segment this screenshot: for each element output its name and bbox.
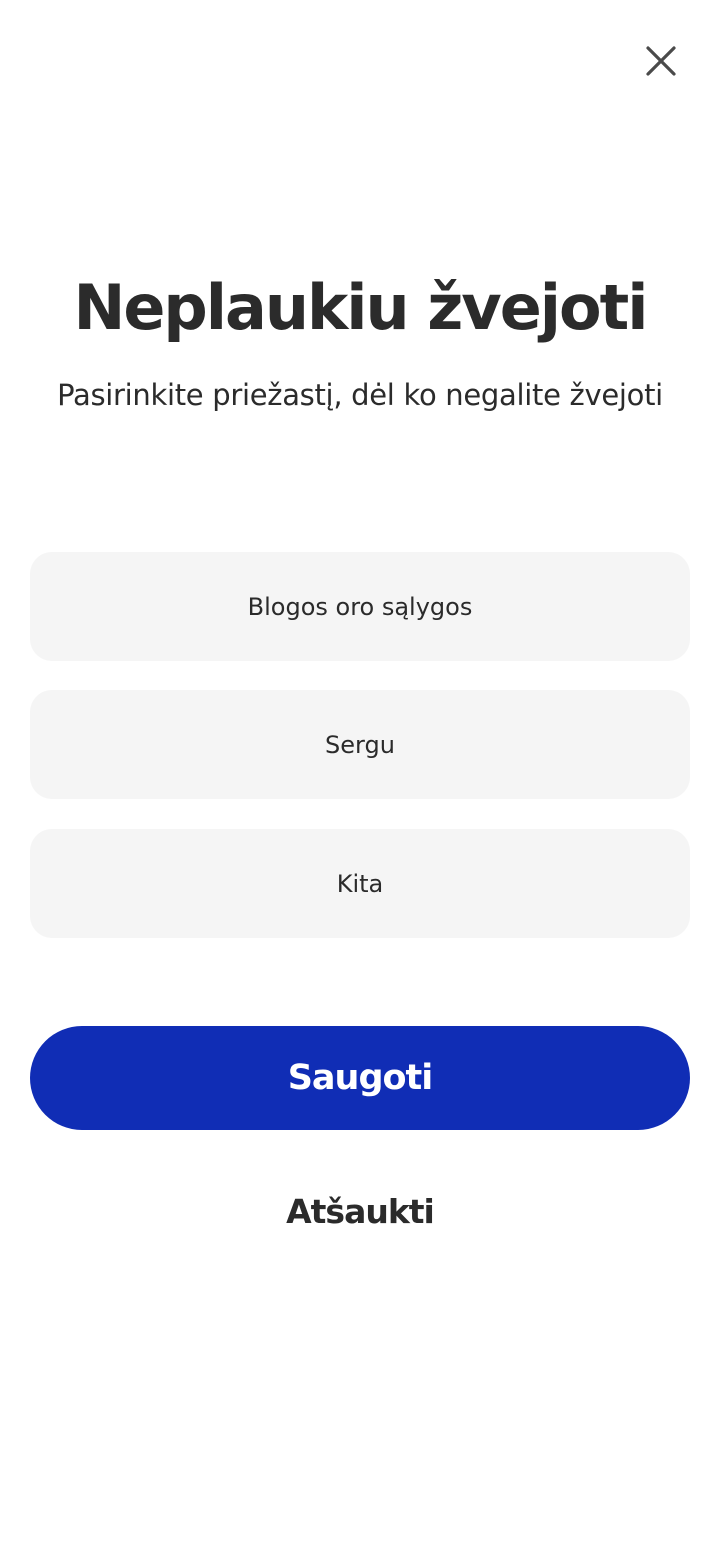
reason-option-label: Sergu	[325, 730, 395, 759]
reason-dialog: Neplaukiu žvejoti Pasirinkite priežastį,…	[0, 0, 720, 1558]
reason-option-label: Blogos oro sąlygos	[247, 592, 473, 621]
save-button[interactable]: Saugoti	[30, 1026, 690, 1130]
reason-option-sick[interactable]: Sergu	[30, 690, 690, 799]
close-button[interactable]	[636, 36, 686, 86]
dialog-subtitle: Pasirinkite priežastį, dėl ko negalite ž…	[57, 378, 663, 412]
reason-option-other[interactable]: Kita	[30, 829, 690, 938]
dialog-title: Neplaukiu žvejoti	[73, 271, 648, 344]
close-icon	[646, 46, 676, 76]
save-button-label: Saugoti	[287, 1058, 434, 1098]
cancel-button[interactable]: Atšaukti	[0, 1186, 720, 1238]
reason-option-bad-weather[interactable]: Blogos oro sąlygos	[30, 552, 690, 661]
reason-option-label: Kita	[336, 869, 384, 898]
